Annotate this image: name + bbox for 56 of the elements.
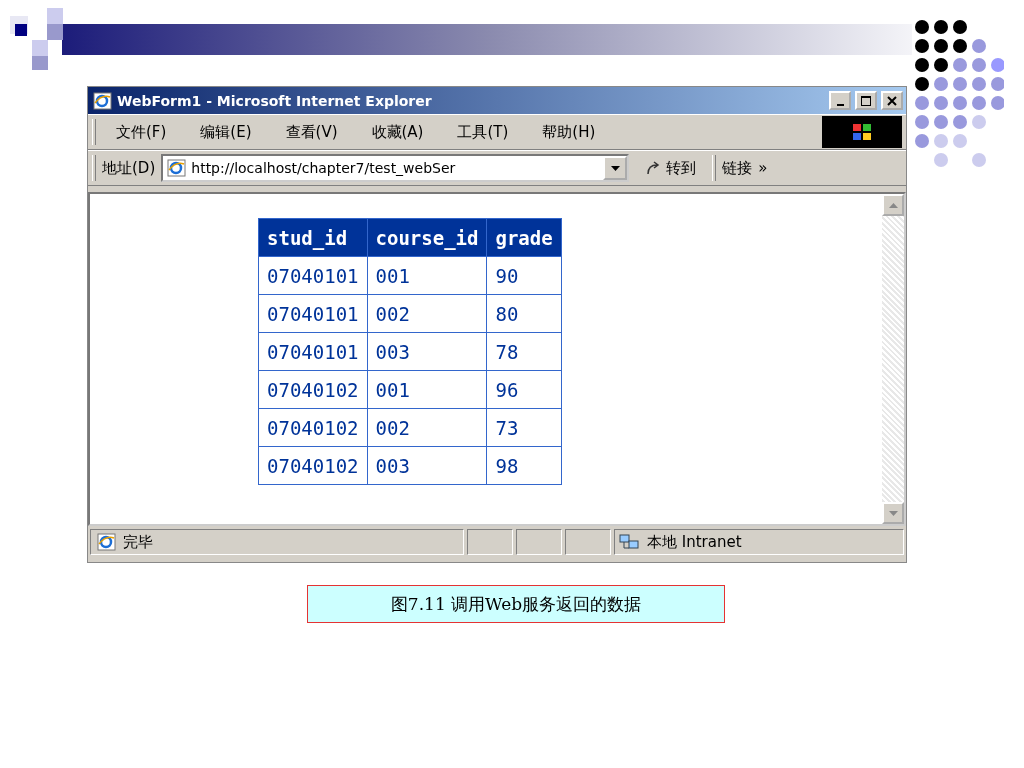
up-arrow-icon [888, 202, 898, 208]
browser-icon [95, 532, 117, 552]
table-cell: 90 [486, 256, 562, 295]
table-cell: 07040101 [258, 256, 367, 295]
address-field[interactable]: http://localhost/chapter7/test_webSer [161, 154, 630, 182]
table-cell: 07040102 [258, 370, 367, 409]
address-label: 地址(D) [102, 158, 156, 178]
browser-icon [91, 90, 113, 111]
maximize-button[interactable] [855, 91, 877, 110]
browser-icon [165, 158, 188, 178]
table-cell: 96 [486, 370, 562, 409]
table-cell: 98 [486, 446, 562, 485]
window-title: WebForm1 - Microsoft Internet Explorer [117, 92, 433, 109]
links-label[interactable]: 链接 [722, 158, 753, 178]
menu-item[interactable]: 帮助(H) [528, 122, 610, 142]
table-cell: 07040102 [258, 408, 367, 447]
menu-item[interactable]: 文件(F) [102, 122, 181, 142]
network-icon [619, 533, 641, 551]
table-cell: 07040101 [258, 332, 367, 371]
column-header: course_id [367, 218, 487, 257]
close-icon [887, 95, 897, 106]
go-button[interactable]: 转到 [635, 158, 707, 178]
table-cell: 07040101 [258, 294, 367, 333]
caret-icon [610, 165, 620, 171]
figure-caption: 图7.11 调用Web服务返回的数据 [307, 585, 725, 623]
table-cell: 003 [367, 332, 487, 371]
close-button[interactable] [881, 91, 903, 110]
scroll-down-button[interactable] [882, 502, 904, 524]
table-cell: 003 [367, 446, 487, 485]
status-text: 完毕 [123, 532, 153, 552]
table-cell: 001 [367, 256, 487, 295]
table-cell: 002 [367, 294, 487, 333]
table-cell: 78 [486, 332, 562, 371]
menu-item[interactable]: 工具(T) [443, 122, 523, 142]
table-cell: 001 [367, 370, 487, 409]
table-cell: 07040102 [258, 446, 367, 485]
table-cell: 002 [367, 408, 487, 447]
column-header: stud_id [258, 218, 367, 257]
scroll-up-button[interactable] [882, 194, 904, 216]
maximize-icon [861, 95, 871, 106]
menu-item[interactable]: 收藏(A) [357, 122, 438, 142]
dropdown-button[interactable] [603, 156, 628, 180]
table-cell: 73 [486, 408, 562, 447]
minimize-button[interactable] [829, 91, 851, 110]
menu-item[interactable]: 查看(V) [271, 122, 352, 142]
chevron-icon[interactable]: » [758, 159, 768, 177]
column-header: grade [486, 218, 562, 257]
table-cell: 80 [486, 294, 562, 333]
down-arrow-icon [888, 510, 898, 516]
status-pane [516, 529, 562, 555]
menu-item[interactable]: 编辑(E) [186, 122, 266, 142]
status-pane [565, 529, 611, 555]
status-pane [467, 529, 513, 555]
minimize-icon [836, 103, 844, 106]
zone-text: 本地 Intranet [647, 532, 742, 552]
scrollbar[interactable] [882, 194, 904, 524]
